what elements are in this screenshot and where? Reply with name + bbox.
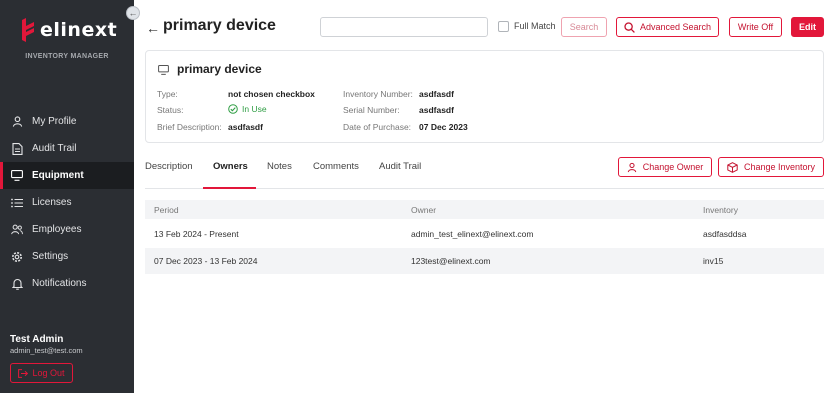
sidebar-item-label: Settings <box>32 251 69 262</box>
collapse-sidebar-button[interactable]: ← <box>126 6 140 20</box>
period-cell: 13 Feb 2024 - Present <box>154 229 239 239</box>
write-off-label: Write Off <box>737 22 774 32</box>
type-value: not chosen checkbox <box>228 89 315 99</box>
bell-icon <box>11 278 23 290</box>
inventory-cell: inv15 <box>703 256 724 266</box>
sidebar-item-label: Employees <box>32 224 82 235</box>
brand-logo[interactable]: elinext <box>20 16 117 44</box>
period-cell: 07 Dec 2023 - 13 Feb 2024 <box>154 256 258 266</box>
tab-owners[interactable]: Owners <box>213 161 248 172</box>
tab-description[interactable]: Description <box>145 161 193 172</box>
edit-button[interactable]: Edit <box>791 17 824 37</box>
edit-label: Edit <box>799 22 816 32</box>
users-icon <box>11 224 23 236</box>
back-arrow-icon[interactable]: ← <box>146 20 160 36</box>
change-inventory-button[interactable]: Change Inventory <box>718 157 824 177</box>
sidebar-item-label: Equipment <box>32 170 84 181</box>
brief-description-label: Brief Description: <box>157 122 222 132</box>
logout-icon <box>18 368 29 378</box>
inventory-number-label: Inventory Number: <box>343 89 413 99</box>
tab-audit-trail[interactable]: Audit Trail <box>379 161 421 172</box>
change-inventory-label: Change Inventory <box>743 162 816 172</box>
active-tab-indicator <box>203 187 256 189</box>
serial-number-label: Serial Number: <box>343 105 400 115</box>
elinext-logo-icon <box>22 18 34 42</box>
app-subtitle: INVENTORY MANAGER <box>25 53 109 60</box>
user-email: admin_test@test.com <box>10 346 83 355</box>
arrow-left-icon: ← <box>128 8 138 18</box>
column-header-inventory: Inventory <box>703 205 738 215</box>
full-match-label: Full Match <box>514 21 556 31</box>
sidebar-item-label: Notifications <box>32 278 87 289</box>
status-badge: In Use <box>228 104 267 114</box>
serial-number-value: asdfasdf <box>419 105 454 115</box>
document-icon <box>11 142 23 155</box>
table-row[interactable]: 13 Feb 2024 - Present admin_test_elinext… <box>145 221 824 247</box>
tab-notes[interactable]: Notes <box>267 161 292 172</box>
user-name: Test Admin <box>10 334 64 345</box>
owner-cell: 123test@elinext.com <box>411 256 491 266</box>
change-owner-button[interactable]: Change Owner <box>618 157 712 177</box>
column-header-owner: Owner <box>411 205 437 215</box>
brief-description-value: asdfasdf <box>228 122 263 132</box>
search-input[interactable] <box>320 17 488 37</box>
sidebar-item-settings[interactable]: Settings <box>0 243 134 270</box>
monitor-icon <box>11 170 23 182</box>
sidebar-item-label: Licenses <box>32 197 72 208</box>
table-row[interactable]: 07 Dec 2023 - 13 Feb 2024 123test@elinex… <box>145 248 824 274</box>
table-header: Period Owner Inventory <box>145 200 824 219</box>
full-match-checkbox[interactable] <box>498 21 509 32</box>
type-label: Type: <box>157 89 178 99</box>
sidebar-item-licenses[interactable]: Licenses <box>0 189 134 216</box>
box-icon <box>727 161 738 173</box>
logout-button[interactable]: Log Out <box>10 363 73 383</box>
logo-text: elinext <box>40 19 118 41</box>
search-icon <box>624 21 635 33</box>
sidebar-item-my-profile[interactable]: My Profile <box>0 108 134 135</box>
search-button-label: Search <box>569 22 599 32</box>
logout-label: Log Out <box>32 368 65 378</box>
sidebar-item-label: Audit Trail <box>32 143 77 154</box>
search-button[interactable]: Search <box>561 17 607 37</box>
tab-comments[interactable]: Comments <box>313 161 359 172</box>
device-title: primary device <box>177 62 262 76</box>
device-card: primary device Type: not chosen checkbox… <box>145 50 824 143</box>
write-off-button[interactable]: Write Off <box>729 17 782 37</box>
user-icon <box>11 116 23 128</box>
sidebar-item-equipment[interactable]: Equipment <box>0 162 134 189</box>
page-title: primary device <box>163 17 276 34</box>
sidebar-item-label: My Profile <box>32 116 77 127</box>
sidebar-nav: My Profile Audit Trail Equipment License… <box>0 108 134 297</box>
sidebar: elinext INVENTORY MANAGER My Profile Aud… <box>0 0 134 393</box>
gear-icon <box>11 251 23 263</box>
sidebar-item-audit-trail[interactable]: Audit Trail <box>0 135 134 162</box>
list-icon <box>11 197 23 209</box>
inventory-cell: asdfasddsa <box>703 229 747 239</box>
status-label: Status: <box>157 105 184 115</box>
user-icon <box>627 162 636 172</box>
date-of-purchase-label: Date of Purchase: <box>343 122 412 132</box>
date-of-purchase-value: 07 Dec 2023 <box>419 122 468 132</box>
owner-cell: admin_test_elinext@elinext.com <box>411 229 534 239</box>
check-circle-icon <box>228 104 238 114</box>
status-value: In Use <box>242 104 267 114</box>
inventory-number-value: asdfasdf <box>419 89 454 99</box>
monitor-icon <box>158 65 169 78</box>
change-owner-label: Change Owner <box>642 162 704 172</box>
column-header-period: Period <box>154 205 179 215</box>
sidebar-item-employees[interactable]: Employees <box>0 216 134 243</box>
advanced-search-button[interactable]: Advanced Search <box>616 17 719 37</box>
sidebar-item-notifications[interactable]: Notifications <box>0 270 134 297</box>
advanced-search-label: Advanced Search <box>639 22 712 32</box>
